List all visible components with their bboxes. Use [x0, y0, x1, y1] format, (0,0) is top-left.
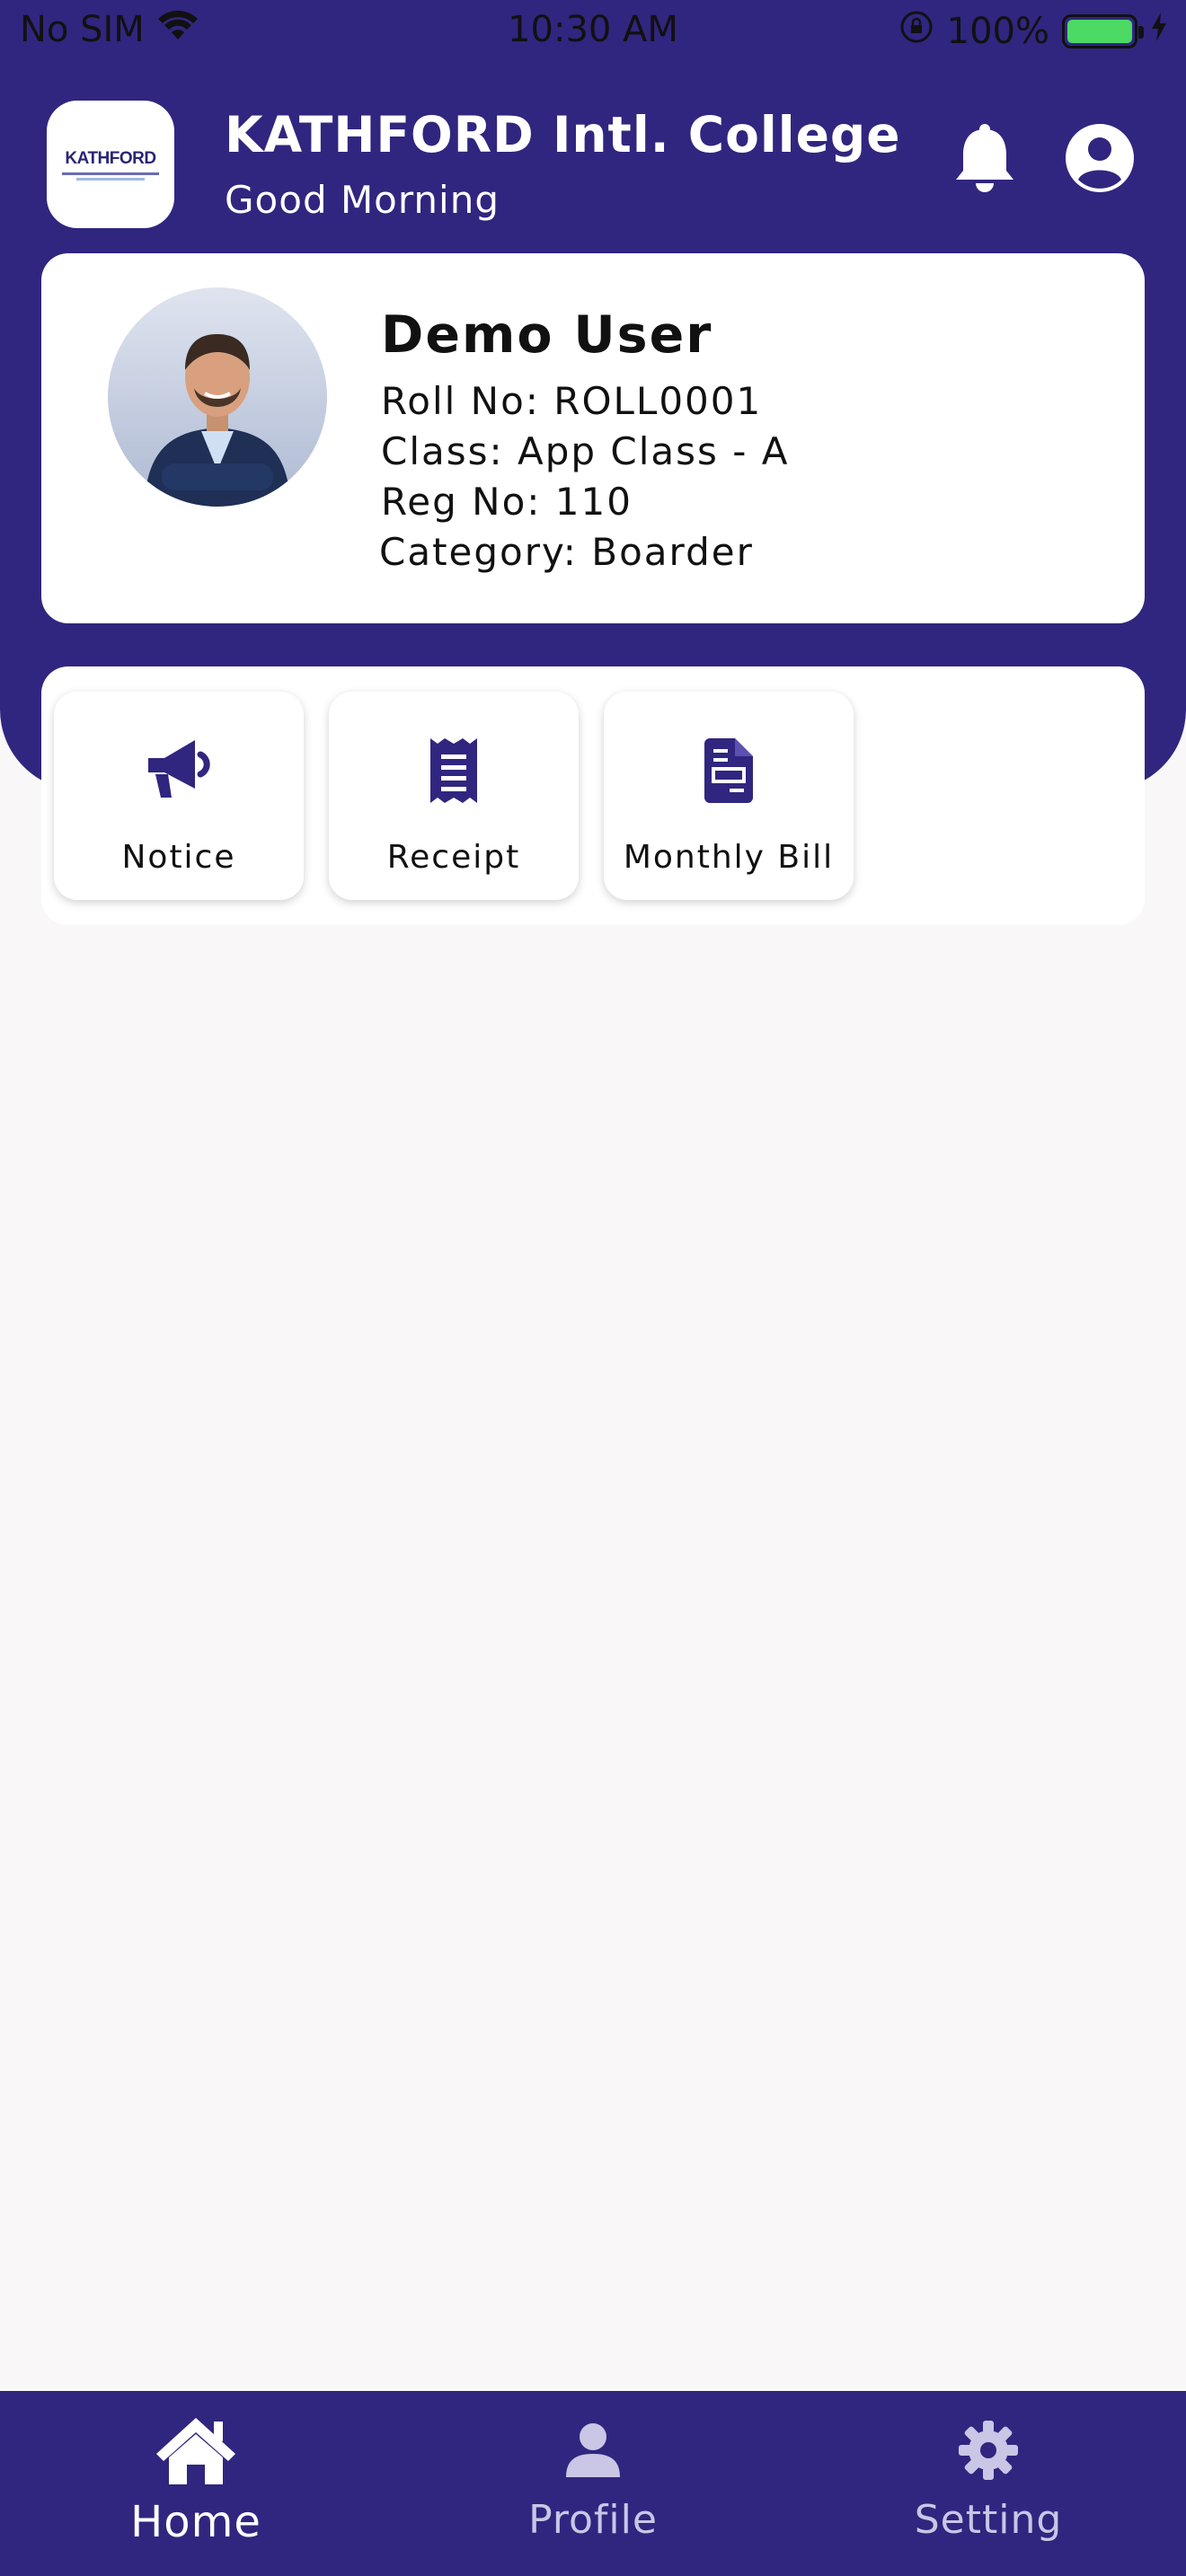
- nav-home[interactable]: Home: [70, 2413, 322, 2547]
- bottom-navigation: Home Profile Setting: [0, 2391, 1186, 2576]
- nav-setting-label: Setting: [914, 2497, 1063, 2543]
- nav-home-label: Home: [130, 2497, 261, 2547]
- roll-number: Roll No: ROLL0001: [381, 379, 763, 423]
- bell-icon[interactable]: [951, 122, 1019, 194]
- status-right: 100%: [898, 9, 1168, 54]
- logo-text: KATHFORD: [65, 148, 156, 168]
- home-screen: No SIM 10:30 AM 100% KATHFORD KATHFORD I…: [0, 0, 1186, 2576]
- battery-fill: [1067, 20, 1132, 43]
- nav-profile[interactable]: Profile: [467, 2413, 719, 2543]
- nav-setting[interactable]: Setting: [863, 2413, 1114, 2543]
- battery-icon: [1062, 14, 1144, 49]
- bill-document-icon: [604, 737, 854, 808]
- student-profile-card[interactable]: Demo User Roll No: ROLL0001 Class: App C…: [41, 253, 1145, 623]
- charging-icon: [1150, 11, 1168, 52]
- monthly-bill-tile[interactable]: Monthly Bill: [604, 692, 854, 900]
- monthly-bill-label: Monthly Bill: [623, 839, 835, 876]
- receipt-icon: [329, 737, 579, 808]
- status-bar: No SIM 10:30 AM 100%: [0, 0, 1186, 65]
- receipt-label: Receipt: [386, 839, 521, 876]
- home-icon: [70, 2413, 322, 2488]
- college-title: KATHFORD Intl. College ...: [225, 106, 907, 163]
- receipt-tile[interactable]: Receipt: [329, 692, 579, 900]
- college-logo: KATHFORD: [47, 101, 174, 228]
- notice-tile[interactable]: Notice: [54, 692, 304, 900]
- student-name: Demo User: [381, 305, 713, 365]
- account-circle-icon[interactable]: [1064, 122, 1136, 194]
- battery-percent: 100%: [946, 11, 1049, 52]
- nav-profile-label: Profile: [528, 2497, 658, 2543]
- greeting-text: Good Morning: [225, 178, 500, 222]
- category-info: Category: Boarder: [379, 530, 754, 574]
- avatar: [108, 287, 327, 507]
- megaphone-icon: [54, 737, 304, 808]
- notice-label: Notice: [121, 839, 236, 876]
- person-icon: [467, 2413, 719, 2488]
- quick-actions-panel: Notice Receipt Monthly Bill: [41, 666, 1145, 925]
- rotation-lock-icon: [898, 9, 934, 54]
- class-info: Class: App Class - A: [381, 429, 790, 473]
- gear-icon: [863, 2413, 1114, 2488]
- registration-number: Reg No: 110: [381, 480, 633, 524]
